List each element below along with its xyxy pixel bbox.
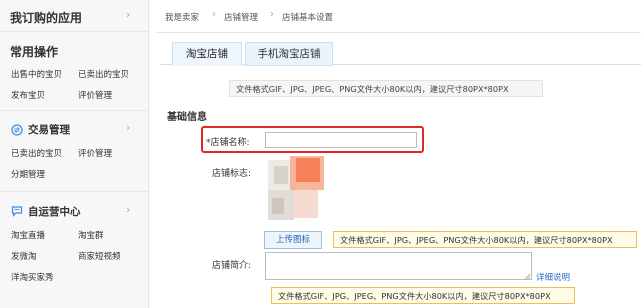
details-link[interactable]: 详细说明 [536,271,570,283]
chat-bubble-icon [11,206,23,217]
common-ops-title: 常用操作 [10,45,59,59]
sidebar-divider [0,110,148,111]
tab-taobao-shop[interactable]: 淘宝店铺 [172,42,242,66]
sidebar-divider [0,191,148,192]
chevron-right-icon: › [270,9,274,20]
shop-logo-preview [266,156,328,222]
upload-logo-button[interactable]: 上传图标 [264,231,322,249]
breadcrumb: 我是卖家 › 店铺管理 › 店铺基本设置 [156,0,641,33]
trade-icon [11,124,23,136]
breadcrumb-item-shop-basic-settings: 店铺基本设置 [282,13,334,23]
sidebar-item-taobao-live[interactable]: 淘宝直播 [11,229,45,241]
sidebar-item-review-management[interactable]: 评价管理 [78,89,112,101]
resize-handle-icon[interactable] [524,273,531,280]
shop-logo-label: 店铺标志: [212,169,252,179]
chevron-right-icon: › [212,9,216,20]
sidebar-item-sold-items[interactable]: 已卖出的宝贝 [78,68,129,80]
logo-format-note: 文件格式GIF、JPG、JPEG、PNG文件大小80K以内，建议尺寸80PX*8… [333,231,637,248]
chevron-right-icon[interactable]: › [126,203,130,216]
sidebar-item-installment-management[interactable]: 分期管理 [11,168,45,180]
sidebar-item-publish-item[interactable]: 发布宝贝 [11,89,45,101]
tab-mobile-taobao-shop[interactable]: 手机淘宝店铺 [245,42,333,66]
sidebar-item-merchant-video[interactable]: 商家短视频 [78,250,121,262]
sidebar-item-review-management[interactable]: 评价管理 [78,147,112,159]
section-title: 基础信息 [167,112,207,123]
sidebar-divider [0,31,148,32]
shop-name-label: *店铺名称: [206,138,250,148]
shop-name-input[interactable] [265,132,417,148]
sidebar-item-taobao-group[interactable]: 淘宝群 [78,229,104,241]
trade-management-title[interactable]: 交易管理 [28,122,70,137]
file-format-note: 文件格式GIF、JPG、JPEG、PNG文件大小80K以内，建议尺寸80PX*8… [229,80,543,97]
sidebar: 我订购的应用 › 常用操作 出售中的宝贝 已卖出的宝贝 发布宝贝 评价管理 交易… [0,0,149,308]
chevron-right-icon[interactable]: › [126,121,130,134]
breadcrumb-item-shop-management[interactable]: 店铺管理 [224,11,258,23]
breadcrumb-item-seller[interactable]: 我是卖家 [165,11,199,23]
sidebar-item-selling-items[interactable]: 出售中的宝贝 [11,68,62,80]
shop-intro-label: 店铺简介: [212,261,252,271]
sidebar-item-weitao[interactable]: 发微淘 [11,250,37,262]
sidebar-item-sold-items[interactable]: 已卖出的宝贝 [11,147,62,159]
self-ops-center-title[interactable]: 自运营中心 [28,204,81,219]
sidebar-item-buyer-show[interactable]: 洋淘买家秀 [11,271,54,283]
my-apps-title[interactable]: 我订购的应用 [10,9,82,26]
shop-intro-textarea[interactable] [265,252,532,280]
bottom-format-note: 文件格式GIF、JPG、JPEG、PNG文件大小80K以内，建议尺寸80PX*8… [271,287,575,304]
chevron-right-icon[interactable]: › [126,8,130,21]
